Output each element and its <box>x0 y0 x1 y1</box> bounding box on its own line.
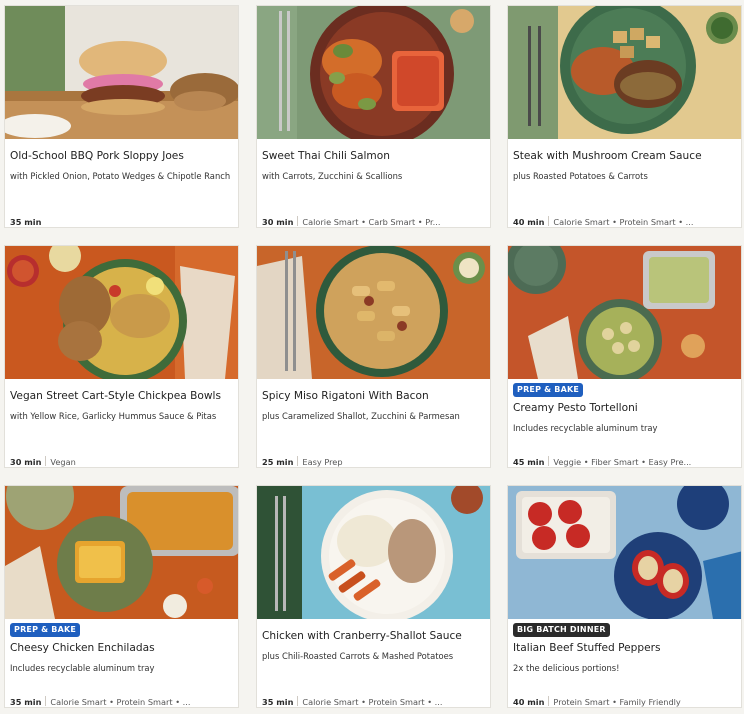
recipe-title[interactable]: Steak with Mushroom Cream Sauce <box>513 149 737 163</box>
recipe-card-pesto-tortelloni[interactable]: PREP & BAKE Creamy Pesto Tortelloni Incl… <box>507 245 742 468</box>
recipe-subtitle: with Pickled Onion, Potato Wedges & Chip… <box>10 171 231 181</box>
recipe-tags: Easy Prep <box>302 457 343 467</box>
recipe-subtitle: with Carrots, Zucchini & Scallions <box>262 171 403 181</box>
recipe-meta: 30 min Calorie Smart • Carb Smart • Pr... <box>262 216 484 227</box>
recipe-image-chicken-enchiladas <box>5 486 238 619</box>
recipe-tags: Protein Smart • Family Friendly <box>553 697 681 707</box>
recipe-subtitle: plus Chili-Roasted Carrots & Mashed Pota… <box>262 651 454 661</box>
recipe-tags: Calorie Smart • Protein Smart • ... <box>553 217 694 227</box>
recipe-card-body: Chicken with Cranberry-Shallot Sauce plu… <box>257 619 490 707</box>
recipe-card-steak-mushroom[interactable]: Steak with Mushroom Cream Sauce plus Roa… <box>507 5 742 228</box>
recipe-time: 35 min <box>10 217 42 227</box>
recipe-tags: Calorie Smart • Protein Smart • ... <box>302 697 443 707</box>
recipe-tags: Calorie Smart • Carb Smart • Pr... <box>302 217 441 227</box>
recipe-image-miso-rigatoni <box>257 246 490 379</box>
recipe-card-thai-chili-salmon[interactable]: Sweet Thai Chili Salmon with Carrots, Zu… <box>256 5 491 228</box>
prep-bake-badge: PREP & BAKE <box>513 383 584 397</box>
recipe-card-body: Old-School BBQ Pork Sloppy Joes with Pic… <box>5 139 238 227</box>
recipe-subtitle: plus Roasted Potatoes & Carrots <box>513 171 648 181</box>
recipe-card-chicken-enchiladas[interactable]: PREP & BAKE Cheesy Chicken Enchiladas In… <box>4 485 239 708</box>
recipe-meta: 35 min Calorie Smart • Protein Smart • ..… <box>262 696 484 707</box>
recipe-time: 25 min <box>262 457 294 467</box>
recipe-title[interactable]: Sweet Thai Chili Salmon <box>262 149 486 163</box>
recipe-card-body: PREP & BAKE Cheesy Chicken Enchiladas In… <box>5 619 238 707</box>
recipe-time: 35 min <box>262 697 294 707</box>
recipe-image-thai-chili-salmon <box>257 6 490 139</box>
recipe-meta: 25 min Easy Prep <box>262 456 484 467</box>
recipe-grid: Old-School BBQ Pork Sloppy Joes with Pic… <box>0 0 744 714</box>
recipe-title[interactable]: Old-School BBQ Pork Sloppy Joes <box>10 149 234 163</box>
recipe-card-stuffed-peppers[interactable]: BIG BATCH DINNER Italian Beef Stuffed Pe… <box>507 485 742 708</box>
recipe-meta: 40 min Protein Smart • Family Friendly <box>513 696 735 707</box>
prep-bake-badge: PREP & BAKE <box>10 623 81 637</box>
recipe-time: 30 min <box>262 217 294 227</box>
recipe-card-body: PREP & BAKE Creamy Pesto Tortelloni Incl… <box>508 379 741 467</box>
recipe-card-bbq-sloppy-joes[interactable]: Old-School BBQ Pork Sloppy Joes with Pic… <box>4 5 239 228</box>
recipe-image-bbq-sloppy-joes <box>5 6 238 139</box>
recipe-subtitle: with Yellow Rice, Garlicky Hummus Sauce … <box>10 411 217 421</box>
recipe-meta: 45 min Veggie • Fiber Smart • Easy Pre... <box>513 456 735 467</box>
recipe-title[interactable]: Chicken with Cranberry-Shallot Sauce <box>262 629 486 643</box>
recipe-time: 30 min <box>10 457 42 467</box>
recipe-image-pesto-tortelloni <box>508 246 741 379</box>
recipe-title[interactable]: Cheesy Chicken Enchiladas <box>10 641 234 655</box>
recipe-subtitle: Includes recyclable aluminum tray <box>513 423 658 433</box>
recipe-meta: 30 min Vegan <box>10 456 232 467</box>
recipe-card-body: BIG BATCH DINNER Italian Beef Stuffed Pe… <box>508 619 741 707</box>
recipe-card-body: Sweet Thai Chili Salmon with Carrots, Zu… <box>257 139 490 227</box>
recipe-image-stuffed-peppers <box>508 486 741 619</box>
recipe-title[interactable]: Vegan Street Cart-Style Chickpea Bowls <box>10 389 234 403</box>
big-batch-badge: BIG BATCH DINNER <box>513 623 610 637</box>
recipe-subtitle: 2x the delicious portions! <box>513 663 620 673</box>
recipe-card-chickpea-bowls[interactable]: Vegan Street Cart-Style Chickpea Bowls w… <box>4 245 239 468</box>
recipe-title[interactable]: Spicy Miso Rigatoni With Bacon <box>262 389 486 403</box>
recipe-card-body: Steak with Mushroom Cream Sauce plus Roa… <box>508 139 741 227</box>
recipe-subtitle: plus Caramelized Shallot, Zucchini & Par… <box>262 411 460 421</box>
recipe-tags: Veggie • Fiber Smart • Easy Pre... <box>553 457 692 467</box>
recipe-meta: 40 min Calorie Smart • Protein Smart • ..… <box>513 216 735 227</box>
recipe-subtitle: Includes recyclable aluminum tray <box>10 663 155 673</box>
recipe-image-cranberry-chicken <box>257 486 490 619</box>
recipe-time: 40 min <box>513 697 545 707</box>
recipe-card-cranberry-chicken[interactable]: Chicken with Cranberry-Shallot Sauce plu… <box>256 485 491 708</box>
recipe-card-body: Vegan Street Cart-Style Chickpea Bowls w… <box>5 379 238 467</box>
recipe-meta: 35 min Calorie Smart • Protein Smart • ..… <box>10 696 232 707</box>
recipe-card-body: Spicy Miso Rigatoni With Bacon plus Cara… <box>257 379 490 467</box>
recipe-title[interactable]: Italian Beef Stuffed Peppers <box>513 641 737 655</box>
recipe-image-steak-mushroom <box>508 6 741 139</box>
recipe-meta: 35 min <box>10 216 232 227</box>
recipe-time: 35 min <box>10 697 42 707</box>
recipe-time: 40 min <box>513 217 545 227</box>
recipe-tags: Vegan <box>50 457 76 467</box>
recipe-title[interactable]: Creamy Pesto Tortelloni <box>513 401 737 415</box>
recipe-tags: Calorie Smart • Protein Smart • ... <box>50 697 191 707</box>
recipe-card-miso-rigatoni[interactable]: Spicy Miso Rigatoni With Bacon plus Cara… <box>256 245 491 468</box>
recipe-time: 45 min <box>513 457 545 467</box>
recipe-image-chickpea-bowls <box>5 246 238 379</box>
